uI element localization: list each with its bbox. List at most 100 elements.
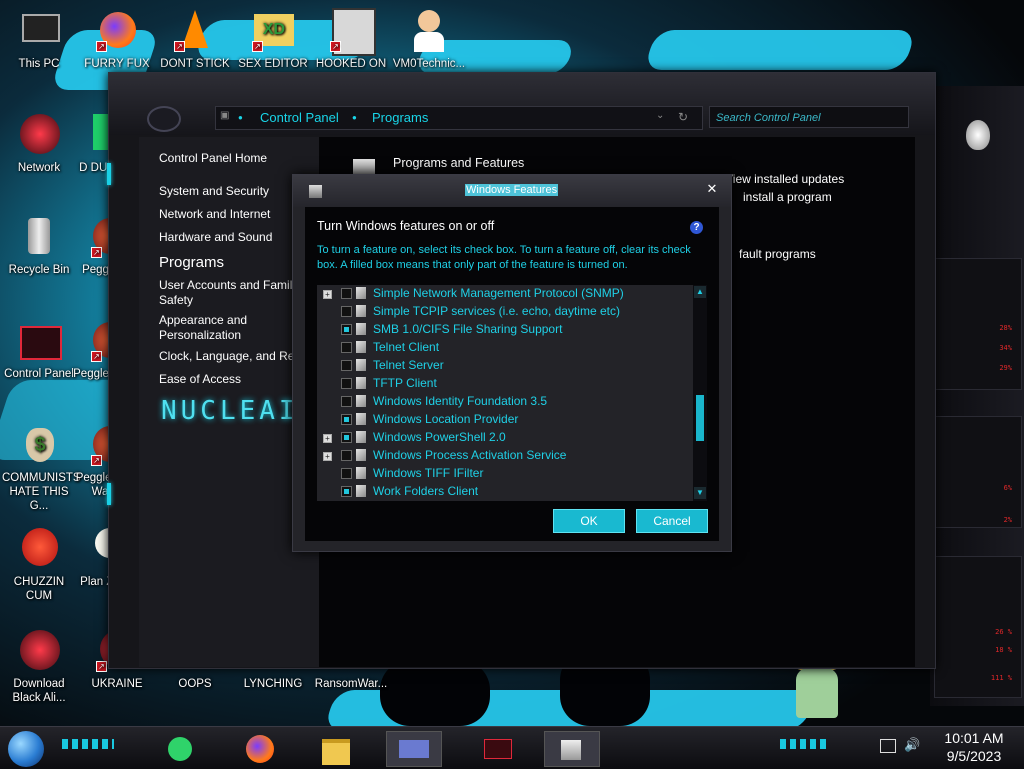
feature-checkbox[interactable] [341, 324, 352, 335]
vertical-scrollbar[interactable]: ▲ ▼ [693, 285, 707, 501]
desktop-icon-dont-stick[interactable]: ↗ DONT STICK [158, 8, 232, 71]
alienware-icon[interactable] [470, 731, 524, 765]
feature-folder-icon [356, 341, 366, 353]
feature-checkbox[interactable] [341, 486, 352, 497]
feature-checkbox[interactable] [341, 468, 352, 479]
feature-checkbox[interactable] [341, 306, 352, 317]
feature-item-snmp[interactable]: + Simple Network Management Protocol (SN… [317, 285, 693, 303]
feature-checkbox[interactable] [341, 288, 352, 299]
feature-item-tiff-ifilter[interactable]: Windows TIFF IFilter [317, 465, 693, 483]
feature-checkbox[interactable] [341, 450, 352, 461]
dialog-titlebar[interactable]: Windows Features ✕ [293, 175, 731, 207]
computer-icon [16, 8, 62, 54]
desktop-icon-control-panel[interactable]: Control Panel [2, 318, 76, 381]
feature-folder-icon [356, 395, 366, 407]
help-icon[interactable]: ? [690, 221, 703, 234]
search-input[interactable]: Search Control Panel [709, 106, 909, 128]
feature-checkbox[interactable] [341, 360, 352, 371]
refresh-icon[interactable]: ↻ [678, 110, 688, 124]
desktop-icon-recycle-bin[interactable]: Recycle Bin [2, 214, 76, 277]
scroll-down-icon[interactable]: ▼ [694, 487, 706, 499]
volume-icon[interactable]: 🔊 [904, 737, 920, 753]
desktop-icon-this-pc[interactable]: This PC [2, 8, 76, 71]
feature-item-work-folders[interactable]: Work Folders Client [317, 483, 693, 501]
scrollbar-thumb[interactable] [696, 395, 704, 441]
feature-checkbox[interactable] [341, 378, 352, 389]
default-programs-link[interactable]: fault programs [739, 247, 816, 261]
doctor-icon [406, 8, 452, 54]
feature-checkbox[interactable] [341, 432, 352, 443]
feature-item-location-provider[interactable]: Windows Location Provider [317, 411, 693, 429]
feature-item-powershell[interactable]: + Windows PowerShell 2.0 [317, 429, 693, 447]
expand-icon[interactable]: + [323, 452, 332, 461]
widget-value: 29% [999, 364, 1012, 372]
feature-item-identity-foundation[interactable]: Windows Identity Foundation 3.5 [317, 393, 693, 411]
back-forward-button[interactable] [147, 106, 181, 132]
money-bag-icon: $ [16, 422, 62, 468]
window-accent [107, 483, 111, 505]
desktop-icon-label: FURRY FUX [84, 58, 150, 70]
desktop-icon-download-black-alien[interactable]: Download Black Ali... [2, 628, 76, 705]
install-program-link[interactable]: install a program [743, 190, 832, 204]
desktop-icon-label: UKRAINE [91, 678, 143, 690]
folder-icon: ▣ [220, 110, 230, 121]
maze-app-icon: ↗ [328, 8, 376, 56]
desktop-icon-communists[interactable]: $ COMMUNISTS HATE THIS G... [2, 422, 81, 513]
desktop-icon-label: Network [17, 162, 61, 174]
system-monitor-widget: 28% 34% 29% 6% 2% 26 % 18 % 111 % [930, 86, 1024, 706]
feature-label: Simple Network Management Protocol (SNMP… [373, 286, 624, 300]
file-explorer-icon[interactable] [316, 731, 354, 765]
feature-folder-icon [356, 377, 366, 389]
green-chat-icon[interactable] [160, 731, 198, 765]
desktop-icon-label: VM0Technic... [392, 58, 466, 70]
expand-icon[interactable]: + [323, 434, 332, 443]
nav-control-panel-home[interactable]: Control Panel Home [159, 151, 319, 166]
breadcrumb-separator: ● [352, 113, 357, 122]
feature-folder-icon [356, 305, 366, 317]
breadcrumb-programs[interactable]: Programs [372, 110, 428, 125]
firefox-icon[interactable] [240, 731, 278, 765]
windows-features-dialog[interactable]: Windows Features ✕ Turn Windows features… [292, 174, 732, 552]
feature-label: Telnet Server [373, 358, 444, 372]
feature-item-telnet-server[interactable]: Telnet Server [317, 357, 693, 375]
desktop-icon-label: SEX EDITOR [238, 58, 308, 70]
taskbar: 🔊 10:01 AM 9/5/2023 [0, 726, 1024, 769]
desktop-icon-hooked-on[interactable]: ↗ HOOKED ON [314, 8, 388, 71]
feature-item-tftp-client[interactable]: TFTP Client [317, 375, 693, 393]
programs-features-title[interactable]: Programs and Features [393, 156, 524, 170]
desktop-icon-chuzzin[interactable]: CHUZZIN CUM [2, 526, 76, 603]
feature-label: Windows TIFF IFilter [373, 466, 484, 480]
view-installed-updates-link[interactable]: View installed updates [725, 172, 844, 186]
features-dialog-icon[interactable] [544, 731, 600, 767]
feature-item-process-activation[interactable]: + Windows Process Activation Service [317, 447, 693, 465]
feature-folder-icon [356, 359, 366, 371]
ok-button[interactable]: OK [553, 509, 625, 533]
feature-item-smb[interactable]: SMB 1.0/CIFS File Sharing Support [317, 321, 693, 339]
clock-time: 10:01 AM [944, 730, 1004, 746]
desktop-icon-vm0technic[interactable]: VM0Technic... [392, 8, 466, 71]
feature-checkbox[interactable] [341, 396, 352, 407]
feature-item-telnet-client[interactable]: Telnet Client [317, 339, 693, 357]
system-clock[interactable]: 10:01 AM 9/5/2023 [934, 729, 1014, 765]
feature-checkbox[interactable] [341, 342, 352, 353]
feature-item-simple-tcpip[interactable]: Simple TCPIP services (i.e. echo, daytim… [317, 303, 693, 321]
network-icon[interactable] [880, 739, 896, 753]
cancel-button[interactable]: Cancel [636, 509, 708, 533]
feature-folder-icon [356, 323, 366, 335]
desktop-icon-sex-editor[interactable]: XD ↗ SEX EDITOR [236, 8, 310, 71]
desktop-icon-network[interactable]: Network [2, 112, 76, 175]
alien-head-icon [966, 120, 990, 150]
control-panel-icon[interactable] [386, 731, 442, 767]
desktop-icon-label: RansomWar... [314, 678, 388, 690]
scroll-up-icon[interactable]: ▲ [694, 286, 706, 298]
breadcrumb-control-panel[interactable]: Control Panel [260, 110, 339, 125]
desktop-icon-furry-fux[interactable]: ↗ FURRY FUX [80, 8, 154, 71]
desktop-icon-label: Download Black Ali... [12, 678, 66, 704]
feature-checkbox[interactable] [341, 414, 352, 425]
close-icon[interactable]: ✕ [703, 181, 721, 199]
start-button[interactable] [8, 731, 44, 767]
chevron-down-icon[interactable]: ⌄ [656, 110, 664, 121]
expand-icon[interactable]: + [323, 290, 332, 299]
address-bar[interactable]: ▣ ● Control Panel ● Programs ⌄ ↻ [215, 106, 703, 130]
features-tree-list[interactable]: + Simple Network Management Protocol (SN… [317, 285, 707, 501]
